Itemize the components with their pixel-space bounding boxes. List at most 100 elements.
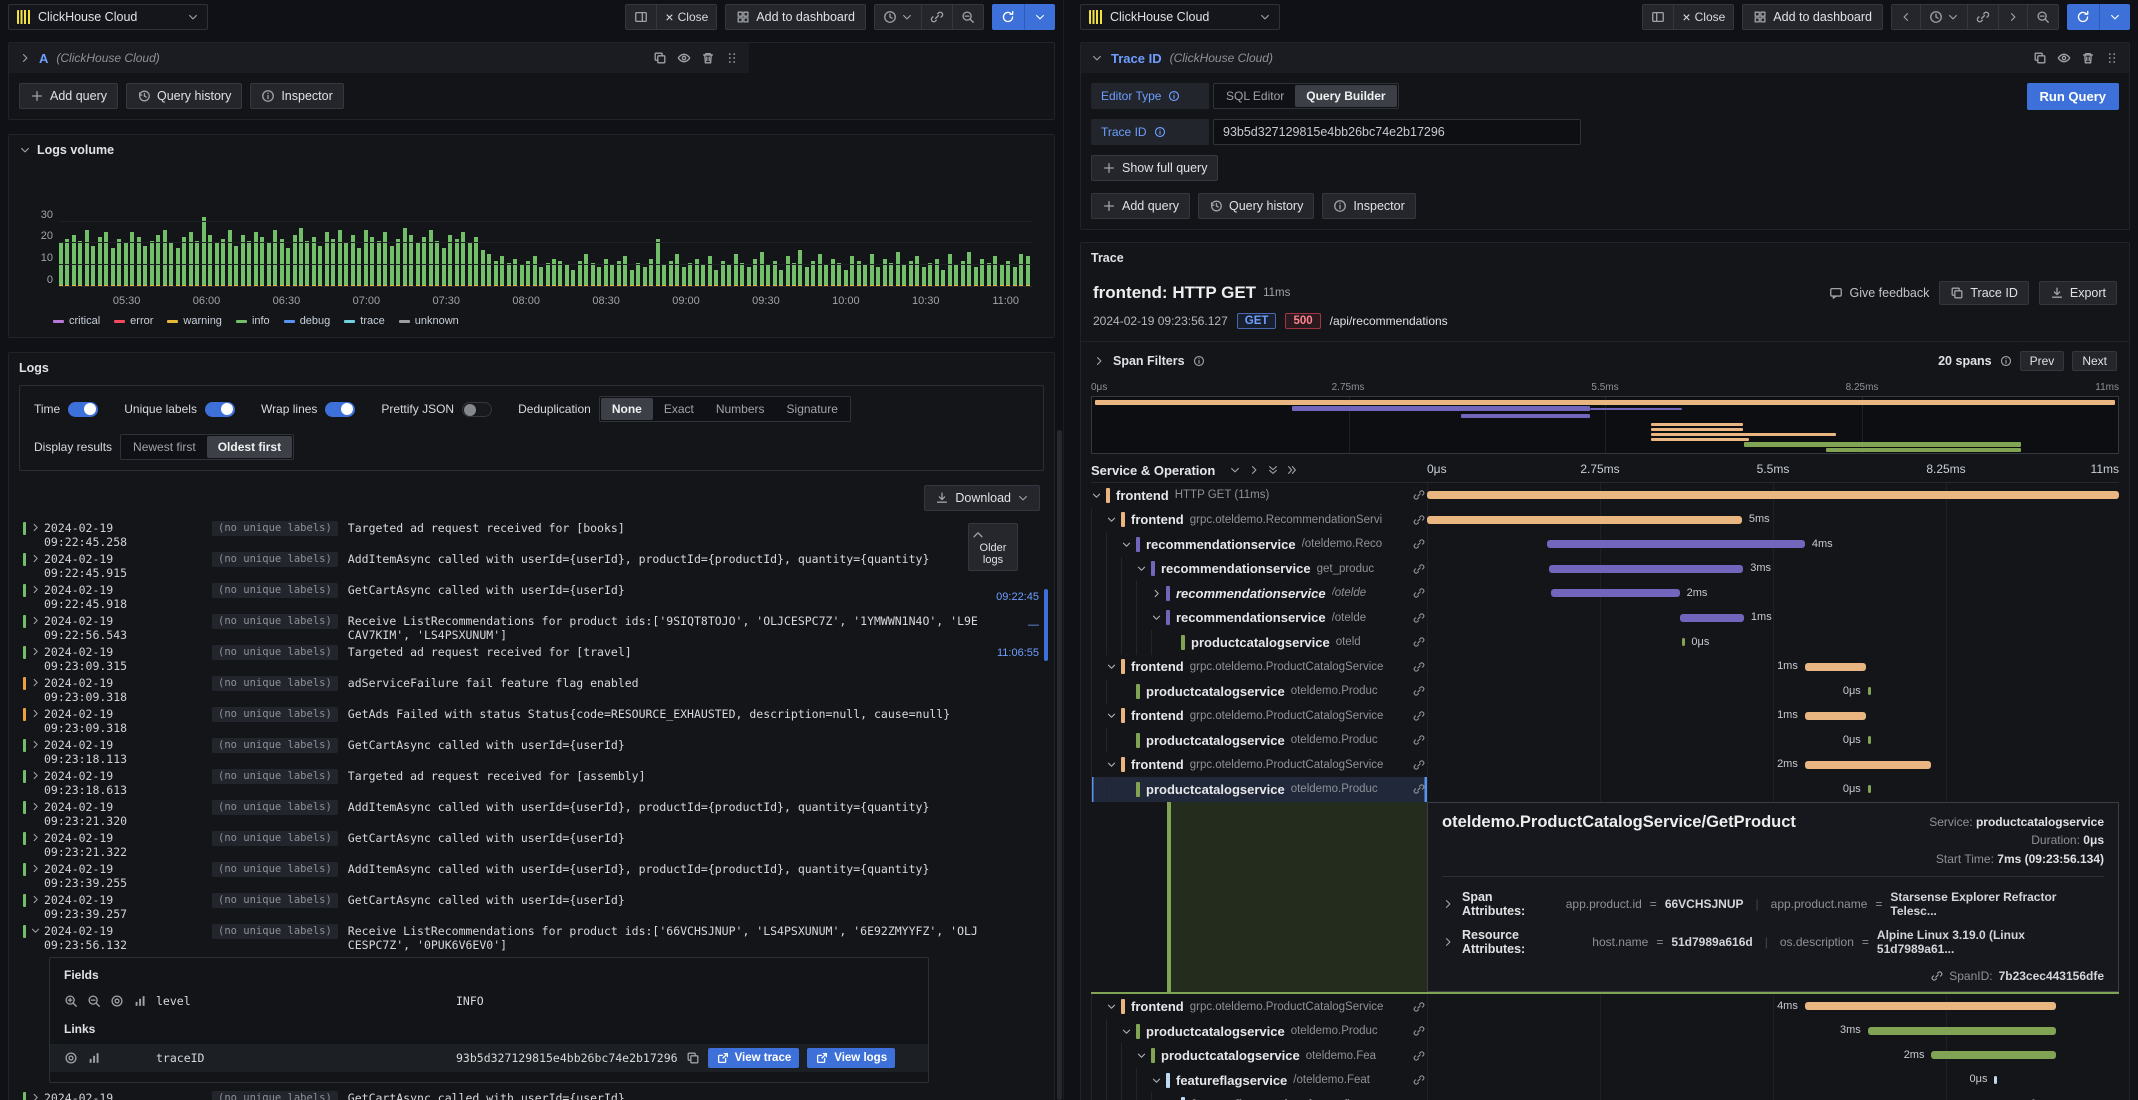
- trace-query-row-header[interactable]: Trace ID (ClickHouse Cloud): [1081, 43, 2129, 73]
- span-row[interactable]: featureflagservice/oteldemo.Feat 0μs: [1091, 1067, 2119, 1093]
- filter-for-value-icon[interactable]: [64, 994, 78, 1008]
- log-expand-chevron-icon[interactable]: [26, 521, 44, 533]
- span-duration-bar[interactable]: [1550, 589, 1680, 597]
- log-row[interactable]: 2024-02-19 09:22:45.915 (no unique labels…: [23, 550, 1054, 581]
- log-row[interactable]: 2024-02-19 09:23:09.318 (no unique labels…: [23, 705, 1054, 736]
- expand-query-chevron-icon[interactable]: [19, 52, 31, 64]
- span-link-icon[interactable]: [1413, 1074, 1425, 1086]
- legend-item-info[interactable]: info: [235, 315, 270, 327]
- collapse-all-icon[interactable]: [1267, 464, 1279, 476]
- span-row[interactable]: frontend grpc.oteldemo.ProductCatalogServ…: [1091, 654, 2119, 679]
- log-expand-chevron-icon[interactable]: [26, 583, 44, 595]
- copy-icon[interactable]: [686, 1051, 700, 1065]
- span-duration-bar[interactable]: [1804, 662, 1867, 671]
- span-row[interactable]: productcatalogservice oteldemo.Produc 3ms: [1091, 1018, 2119, 1044]
- span-duration-bar[interactable]: [1548, 564, 1744, 573]
- add-query-button[interactable]: Add query: [19, 83, 118, 109]
- run-query-button[interactable]: Run Query: [2026, 83, 2119, 110]
- span-row[interactable]: productcatalogservice oteldemo.Produc 0μs: [1091, 777, 2119, 802]
- left-zoom-out-button[interactable]: [952, 5, 983, 29]
- left-time-picker-button[interactable]: [875, 5, 921, 29]
- span-duration-bar[interactable]: [1804, 760, 1931, 769]
- log-expand-chevron-icon[interactable]: [26, 1091, 44, 1100]
- minimap-viewport[interactable]: [1091, 396, 2119, 454]
- span-row[interactable]: productcatalogservice oteld 0μs: [1091, 630, 2119, 655]
- log-expand-chevron-icon[interactable]: [26, 676, 44, 688]
- span-row[interactable]: frontend grpc.oteldemo.ProductCatalogServ…: [1091, 752, 2119, 777]
- link-icon[interactable]: [1931, 970, 1943, 982]
- span-duration-bar[interactable]: [1867, 785, 1871, 793]
- log-row[interactable]: 2024-02-19 09:22:45.258 (no unique labels…: [23, 519, 1054, 550]
- collapse-panel-chevron-icon[interactable]: [19, 144, 31, 156]
- span-expand-chevron-icon[interactable]: [1121, 1026, 1136, 1037]
- span-duration-bar[interactable]: [1931, 1051, 2056, 1060]
- span-duration-bar[interactable]: [1680, 613, 1744, 622]
- stats-icon[interactable]: [133, 994, 147, 1008]
- split-pane-icon-button[interactable]: [1643, 5, 1674, 29]
- log-range-indicator[interactable]: 09:22:45 — 11:06:55: [996, 589, 1048, 661]
- left-datasource-picker[interactable]: ClickHouse Cloud: [8, 4, 208, 30]
- time-toggle[interactable]: [68, 401, 99, 417]
- time-shift-forward-button[interactable]: [1998, 5, 2027, 29]
- span-link-icon[interactable]: [1413, 1001, 1425, 1013]
- time-shift-back-button[interactable]: [1892, 5, 1920, 29]
- log-expand-chevron-icon[interactable]: [26, 800, 44, 812]
- span-expand-chevron-icon[interactable]: [1136, 1050, 1151, 1061]
- span-expand-chevron-icon[interactable]: [1136, 563, 1151, 574]
- span-attributes-row[interactable]: Span Attributes: app.product.id = 66VCHSJ…: [1442, 885, 2104, 923]
- span-duration-bar[interactable]: [1867, 687, 1871, 695]
- left-close-button[interactable]: × Close: [656, 5, 717, 29]
- next-span-button[interactable]: Next: [2072, 351, 2117, 371]
- legend-item-warning[interactable]: warning: [167, 315, 222, 327]
- log-expand-chevron-icon[interactable]: [26, 738, 44, 750]
- log-expand-chevron-icon[interactable]: [26, 552, 44, 564]
- log-row[interactable]: 2024-02-19 09:23:21.320 (no unique labels…: [23, 798, 1054, 829]
- dedup-option-none[interactable]: None: [600, 398, 653, 420]
- span-expand-chevron-icon[interactable]: [1151, 612, 1166, 623]
- prettify-json-toggle[interactable]: [462, 401, 493, 417]
- collapse-query-chevron-icon[interactable]: [1091, 52, 1103, 64]
- older-logs-button[interactable]: Older logs: [968, 523, 1018, 571]
- log-expand-chevron-icon[interactable]: [26, 924, 44, 936]
- span-link-icon[interactable]: [1413, 710, 1425, 722]
- span-duration-bar[interactable]: [1427, 515, 1742, 524]
- span-duration-bar[interactable]: [1804, 1002, 2057, 1011]
- expand-all-icon[interactable]: [1286, 464, 1298, 476]
- download-button[interactable]: Download: [924, 485, 1040, 511]
- span-duration-bar[interactable]: [1867, 1026, 2057, 1035]
- span-link-icon[interactable]: [1413, 636, 1425, 648]
- dedup-option-exact[interactable]: Exact: [653, 398, 705, 420]
- right-close-button[interactable]: × Close: [1673, 5, 1734, 29]
- hide-query-icon[interactable]: [677, 51, 691, 65]
- log-expand-chevron-icon[interactable]: [26, 614, 44, 626]
- left-pane-scrollbar[interactable]: [1057, 430, 1062, 1100]
- right-zoom-out-button[interactable]: [2027, 5, 2058, 29]
- trace-minimap[interactable]: 0μs 2.75ms 5.5ms 8.25ms 11ms: [1091, 382, 2119, 454]
- range-bar[interactable]: [1044, 589, 1048, 661]
- span-link-icon[interactable]: [1413, 734, 1425, 746]
- query-row-header[interactable]: A (ClickHouse Cloud): [9, 43, 749, 73]
- log-row[interactable]: 2024-02-19 09:23:56.132 (no unique labels…: [23, 922, 1054, 953]
- info-icon[interactable]: [2000, 355, 2012, 367]
- stats-icon[interactable]: [87, 1051, 101, 1065]
- legend-item-error[interactable]: error: [114, 315, 153, 327]
- log-row[interactable]: 2024-02-19 09:23:18.113 (no unique labels…: [23, 736, 1054, 767]
- legend-item-debug[interactable]: debug: [283, 315, 330, 327]
- info-icon[interactable]: [1193, 355, 1205, 367]
- log-row[interactable]: 2024-02-19 09:23:39.257 (no unique labels…: [23, 891, 1054, 922]
- span-expand-chevron-icon[interactable]: [1106, 661, 1121, 672]
- dedup-option-signature[interactable]: Signature: [776, 398, 849, 420]
- span-expand-chevron-icon[interactable]: [1121, 539, 1136, 550]
- span-expand-chevron-icon[interactable]: [1151, 1075, 1166, 1086]
- span-row[interactable]: recommendationservice/oteldemo.Reco 4ms: [1091, 532, 2119, 557]
- delete-query-icon[interactable]: [2081, 51, 2095, 65]
- log-row[interactable]: 2024-02-19 09:23:21.322 (no unique labels…: [23, 829, 1054, 860]
- span-row[interactable]: recommendationservice/otelde 1ms: [1091, 605, 2119, 630]
- span-link-icon[interactable]: [1413, 489, 1425, 501]
- resource-attributes-row[interactable]: Resource Attributes: host.name = 51d7989a…: [1442, 923, 2104, 961]
- log-expand-chevron-icon[interactable]: [26, 831, 44, 843]
- log-expand-chevron-icon[interactable]: [26, 707, 44, 719]
- span-row[interactable]: productcatalogservice oteldemo.Produc 0μs: [1091, 679, 2119, 704]
- hide-query-icon[interactable]: [2057, 51, 2071, 65]
- log-row[interactable]: 2024-02-19 09:23:58.394 (no unique labels…: [23, 1089, 1054, 1100]
